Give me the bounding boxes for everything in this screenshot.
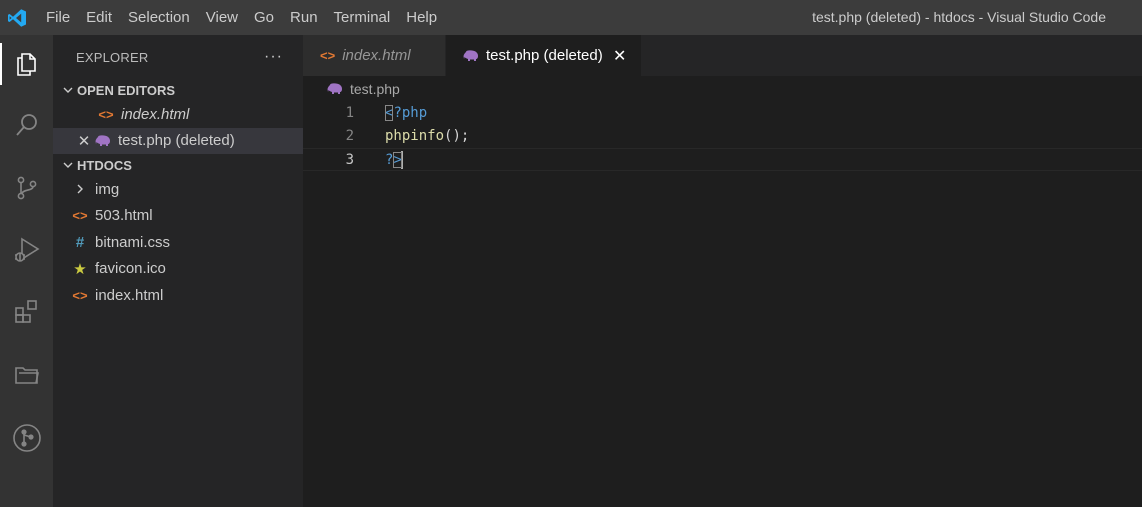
run-debug-icon[interactable] [0, 225, 53, 275]
tree-item-favicon-ico[interactable]: ★ favicon.ico [53, 256, 303, 283]
open-editor-label: test.php (deleted) [118, 132, 235, 150]
php-icon [327, 83, 343, 95]
explorer-icon[interactable] [0, 39, 53, 89]
line-number: 2 [345, 128, 354, 144]
php-icon [93, 135, 113, 147]
line-text[interactable]: phpinfo(); [385, 125, 469, 148]
line-number: 1 [345, 105, 354, 121]
chevron-down-icon [59, 84, 77, 96]
chevron-right-icon [70, 183, 90, 195]
title-bar: File Edit Selection View Go Run Terminal… [0, 0, 1142, 35]
menu-selection[interactable]: Selection [120, 0, 198, 35]
menu-help[interactable]: Help [398, 0, 445, 35]
html-icon: <> [72, 208, 88, 224]
extensions-icon[interactable] [0, 287, 53, 337]
search-icon[interactable] [0, 100, 53, 150]
open-editors-section[interactable]: OPEN EDITORS [53, 79, 303, 101]
tree-item-img[interactable]: img [53, 176, 303, 203]
more-actions-icon[interactable]: ··· [264, 48, 283, 66]
menu-go[interactable]: Go [246, 0, 282, 35]
html-icon: <> [98, 106, 114, 122]
explorer-header: EXPLORER ··· [53, 35, 303, 79]
css-hash-icon: # [75, 233, 85, 251]
open-editor-item-index[interactable]: <> index.html [53, 101, 303, 128]
tree-item-label: favicon.ico [95, 260, 166, 278]
open-editors-label: OPEN EDITORS [77, 82, 176, 98]
html-icon: <> [320, 48, 336, 63]
tab-test-php[interactable]: test.php (deleted) ✕ [446, 35, 642, 76]
close-icon[interactable]: ✕ [611, 46, 629, 66]
php-icon [463, 49, 479, 62]
explorer-sidebar: EXPLORER ··· OPEN EDITORS <> index.html … [53, 35, 303, 507]
tree-item-label: index.html [95, 286, 164, 304]
vscode-logo-icon[interactable] [2, 0, 32, 35]
tab-index-html[interactable]: <> index.html [303, 35, 446, 76]
open-editor-item-test-php[interactable]: ✕ test.php (deleted) [53, 127, 303, 154]
punctuation: (); [444, 128, 470, 144]
php-keyword: ?php [393, 105, 428, 121]
tree-item-label: bitnami.css [95, 233, 171, 251]
code-line-current[interactable]: 3 ?> [303, 148, 1142, 171]
line-number: 3 [345, 152, 354, 168]
menu-terminal[interactable]: Terminal [326, 0, 399, 35]
htdocs-section[interactable]: HTDOCS [53, 154, 303, 176]
menu-view[interactable]: View [198, 0, 246, 35]
code-editor[interactable]: 1 <?php 2 phpinfo(); 3 ?> [303, 102, 1142, 507]
activity-bar [0, 35, 53, 507]
tree-item-index-html[interactable]: <> index.html [53, 282, 303, 309]
open-editor-label: index.html [121, 105, 190, 123]
function-name: phpinfo [385, 128, 445, 144]
tree-item-503-html[interactable]: <> 503.html [53, 203, 303, 230]
tree-item-label: img [95, 180, 120, 198]
html-icon: <> [72, 287, 88, 303]
menu-bar: File Edit Selection View Go Run Terminal… [38, 0, 445, 35]
chevron-down-icon [59, 159, 77, 171]
htdocs-label: HTDOCS [77, 157, 132, 173]
line-text[interactable]: ?> [385, 149, 403, 172]
breadcrumb[interactable]: test.php [303, 76, 1142, 102]
breadcrumb-file[interactable]: test.php [350, 81, 400, 97]
menu-file[interactable]: File [38, 0, 78, 35]
menu-edit[interactable]: Edit [78, 0, 120, 35]
tab-label: test.php (deleted) [486, 47, 603, 64]
folder-icon[interactable] [0, 350, 53, 400]
explorer-title: EXPLORER [76, 49, 149, 65]
menu-run[interactable]: Run [282, 0, 326, 35]
tree-item-bitnami-css[interactable]: # bitnami.css [53, 229, 303, 256]
close-icon[interactable]: ✕ [75, 132, 93, 150]
code-line[interactable]: 2 phpinfo(); [303, 125, 1142, 148]
code-line[interactable]: 1 <?php [303, 102, 1142, 125]
tab-label: index.html [342, 47, 411, 64]
star-icon: ★ [73, 260, 87, 278]
git-graph-icon[interactable] [0, 413, 53, 463]
line-text[interactable]: <?php [385, 102, 427, 125]
editor-tab-bar: <> index.html test.php (deleted) ✕ [303, 35, 1142, 76]
tree-item-label: 503.html [95, 207, 153, 225]
text-cursor [400, 151, 403, 169]
source-control-icon[interactable] [0, 163, 53, 213]
